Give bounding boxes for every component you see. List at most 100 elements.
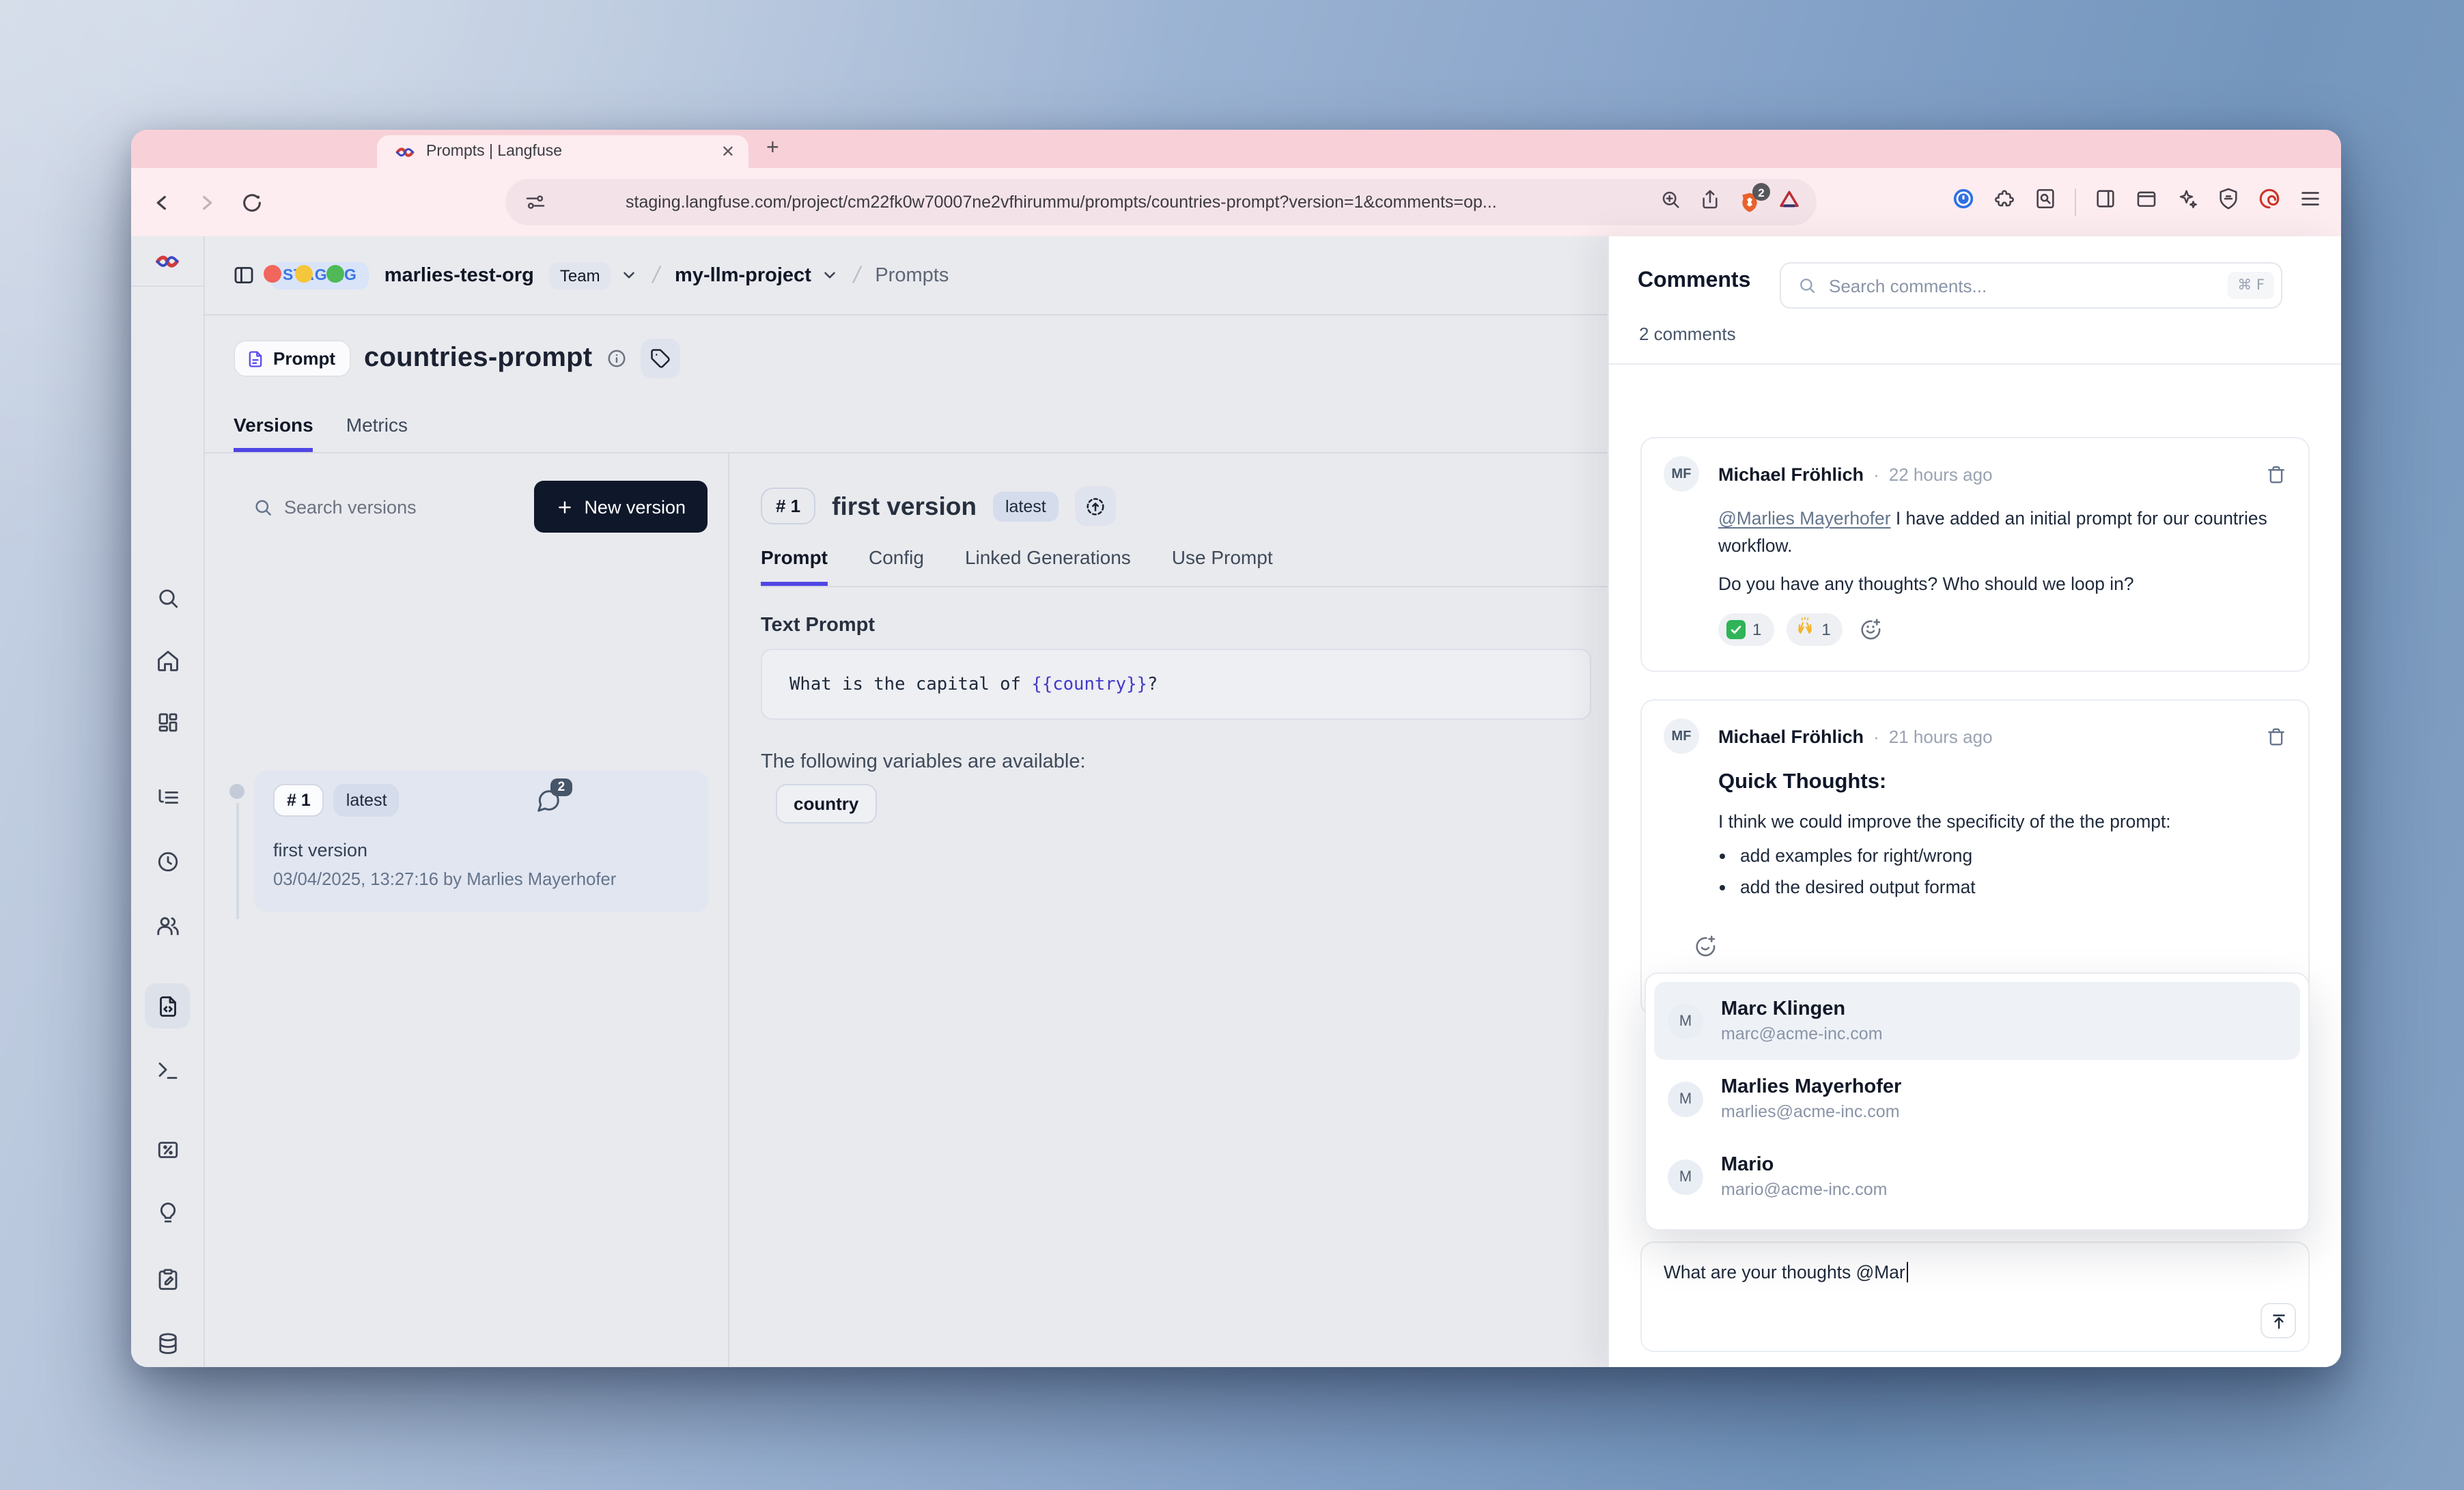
zoom-in-icon[interactable] [1660,188,1681,216]
browser-tab[interactable]: Prompts | Langfuse ✕ [377,135,748,168]
new-version-button[interactable]: New version [533,481,708,533]
promote-version-button[interactable] [1075,486,1116,526]
prompt-level-tabs: Versions Metrics [234,414,408,452]
search-versions-input[interactable]: Search versions [205,496,533,517]
tab-close-icon[interactable]: ✕ [721,143,735,160]
org-role-badge: Team [549,262,611,289]
search-comments-placeholder: Search comments... [1829,275,2215,296]
comment-input[interactable]: What are your thoughts @Mar [1640,1241,2310,1352]
mention-email: mario@acme-inc.com [1721,1180,1888,1199]
mention-option[interactable]: M Marc Klingen marc@acme-inc.com [1654,982,2300,1060]
text-cursor [1907,1262,1909,1282]
close-window-button[interactable] [264,265,281,283]
tag-button[interactable] [640,339,680,378]
sidebar-icon[interactable] [2094,187,2117,217]
menu-icon[interactable] [2299,187,2322,217]
tab-metrics[interactable]: Metrics [346,414,408,452]
reaction-raised-hands[interactable]: 1 [1786,613,1843,646]
privacy-shield-icon[interactable] [2217,187,2240,217]
puzzle-extensions-icon[interactable] [1993,187,2016,217]
delete-comment-icon[interactable] [2266,464,2286,484]
url-text[interactable]: staging.langfuse.com/project/cm22fk0w700… [626,193,1646,212]
playground-terminal-icon[interactable] [131,1058,204,1083]
wallet-icon[interactable] [2135,187,2158,217]
comment-time: 21 hours ago [1889,726,1993,746]
sidebar-toggle-icon[interactable] [232,264,255,287]
add-reaction-icon[interactable] [1860,618,1883,641]
versions-column: Search versions New version # 1 latest [205,453,729,1367]
mention-link[interactable]: @Marlies Mayerhofer [1718,508,1891,529]
comment-author: Michael Fröhlich [1718,726,1864,746]
breadcrumb-project[interactable]: my-llm-project [675,264,811,286]
delete-comment-icon[interactable] [2266,726,2286,746]
dashboard-icon[interactable] [131,710,204,735]
minimize-window-button[interactable] [295,265,313,283]
comment-card: MF Michael Fröhlich · 22 hours ago @Marl… [1640,437,2310,672]
brave-shield-icon[interactable]: 2 [1739,191,1761,213]
evaluators-lightbulb-icon[interactable] [131,1200,204,1225]
datasets-database-icon[interactable] [131,1332,204,1356]
annotation-clipboard-icon[interactable] [131,1267,204,1292]
scores-icon[interactable] [131,1138,204,1162]
breadcrumb-separator: / [851,262,863,289]
search-icon[interactable] [131,586,204,610]
bullet-item: add examples for right/wrong [1740,845,2286,866]
tab-config[interactable]: Config [869,546,924,586]
back-icon[interactable] [150,191,173,214]
comment-count-badge: 2 [551,778,572,796]
bullet-item: add the desired output format [1740,877,2286,897]
tracing-icon[interactable] [131,785,204,810]
chevron-down-icon[interactable] [621,266,639,284]
avatar: MF [1664,718,1699,754]
sessions-clock-icon[interactable] [131,849,204,874]
reload-icon[interactable] [240,191,264,214]
tab-prompt[interactable]: Prompt [761,546,828,586]
comment-author: Michael Fröhlich [1718,464,1864,484]
window-controls[interactable] [264,265,344,283]
submit-comment-button[interactable] [2260,1303,2296,1338]
comment-bullets: add examples for right/wrong add the des… [1740,845,2286,897]
add-reaction-icon[interactable] [1694,934,1717,964]
search-comments-input[interactable]: Search comments... ⌘ F [1780,262,2282,309]
app-header: STAGING marlies-test-org Team / my-llm-p… [205,236,1608,315]
text-prompt-label: Text Prompt [761,615,875,636]
onepassword-icon[interactable] [1952,187,1975,217]
tab-use-prompt[interactable]: Use Prompt [1172,546,1273,586]
mention-name: Marlies Mayerhofer [1721,1076,1901,1098]
langfuse-favicon-icon [395,141,415,162]
tab-linked-generations[interactable]: Linked Generations [965,546,1131,586]
langfuse-logo[interactable] [131,236,204,287]
forward-icon[interactable] [195,191,219,214]
mention-email: marlies@acme-inc.com [1721,1102,1901,1121]
mention-option[interactable]: M Mario mario@acme-inc.com [1654,1138,2300,1215]
home-icon[interactable] [131,649,204,673]
comments-bubble-icon[interactable]: 2 [536,787,562,813]
breadcrumb-org[interactable]: marlies-test-org [384,264,534,286]
browser-toolbar: staging.langfuse.com/project/cm22fk0w700… [131,168,2341,236]
url-bar[interactable]: staging.langfuse.com/project/cm22fk0w700… [505,179,1817,225]
comment-input-value: What are your thoughts @Mar [1664,1262,1905,1282]
reaction-check[interactable]: 1 [1718,613,1774,646]
info-icon[interactable] [606,348,626,369]
zoom-window-button[interactable] [326,265,344,283]
left-nav-rail: MF [131,236,205,1367]
variable-chip[interactable]: country [776,784,876,824]
breadcrumb-section[interactable]: Prompts [875,264,949,286]
main-area: STAGING marlies-test-org Team / my-llm-p… [205,236,1608,1367]
mention-option[interactable]: M Marlies Mayerhofer marlies@acme-inc.co… [1654,1060,2300,1138]
chevron-down-icon[interactable] [821,266,839,284]
new-tab-button[interactable]: + [766,137,779,161]
sparkle-icon[interactable] [2176,187,2199,217]
swirl-icon[interactable] [2258,187,2281,217]
comment-time: 22 hours ago [1889,464,1993,484]
share-icon[interactable] [1699,188,1721,216]
page-search-icon[interactable] [2034,187,2057,217]
browser-window: Prompts | Langfuse ✕ + staging.langfuse.… [131,130,2341,1367]
users-icon[interactable] [131,914,204,938]
tune-icon[interactable] [524,191,546,213]
prompts-file-code-icon[interactable] [145,983,190,1028]
tab-versions[interactable]: Versions [234,414,313,452]
triangle-extension-icon[interactable] [1778,188,1800,216]
version-list-item[interactable]: # 1 latest 2 first version 03/04/2025, 1… [254,770,709,912]
tab-title: Prompts | Langfuse [426,143,710,160]
